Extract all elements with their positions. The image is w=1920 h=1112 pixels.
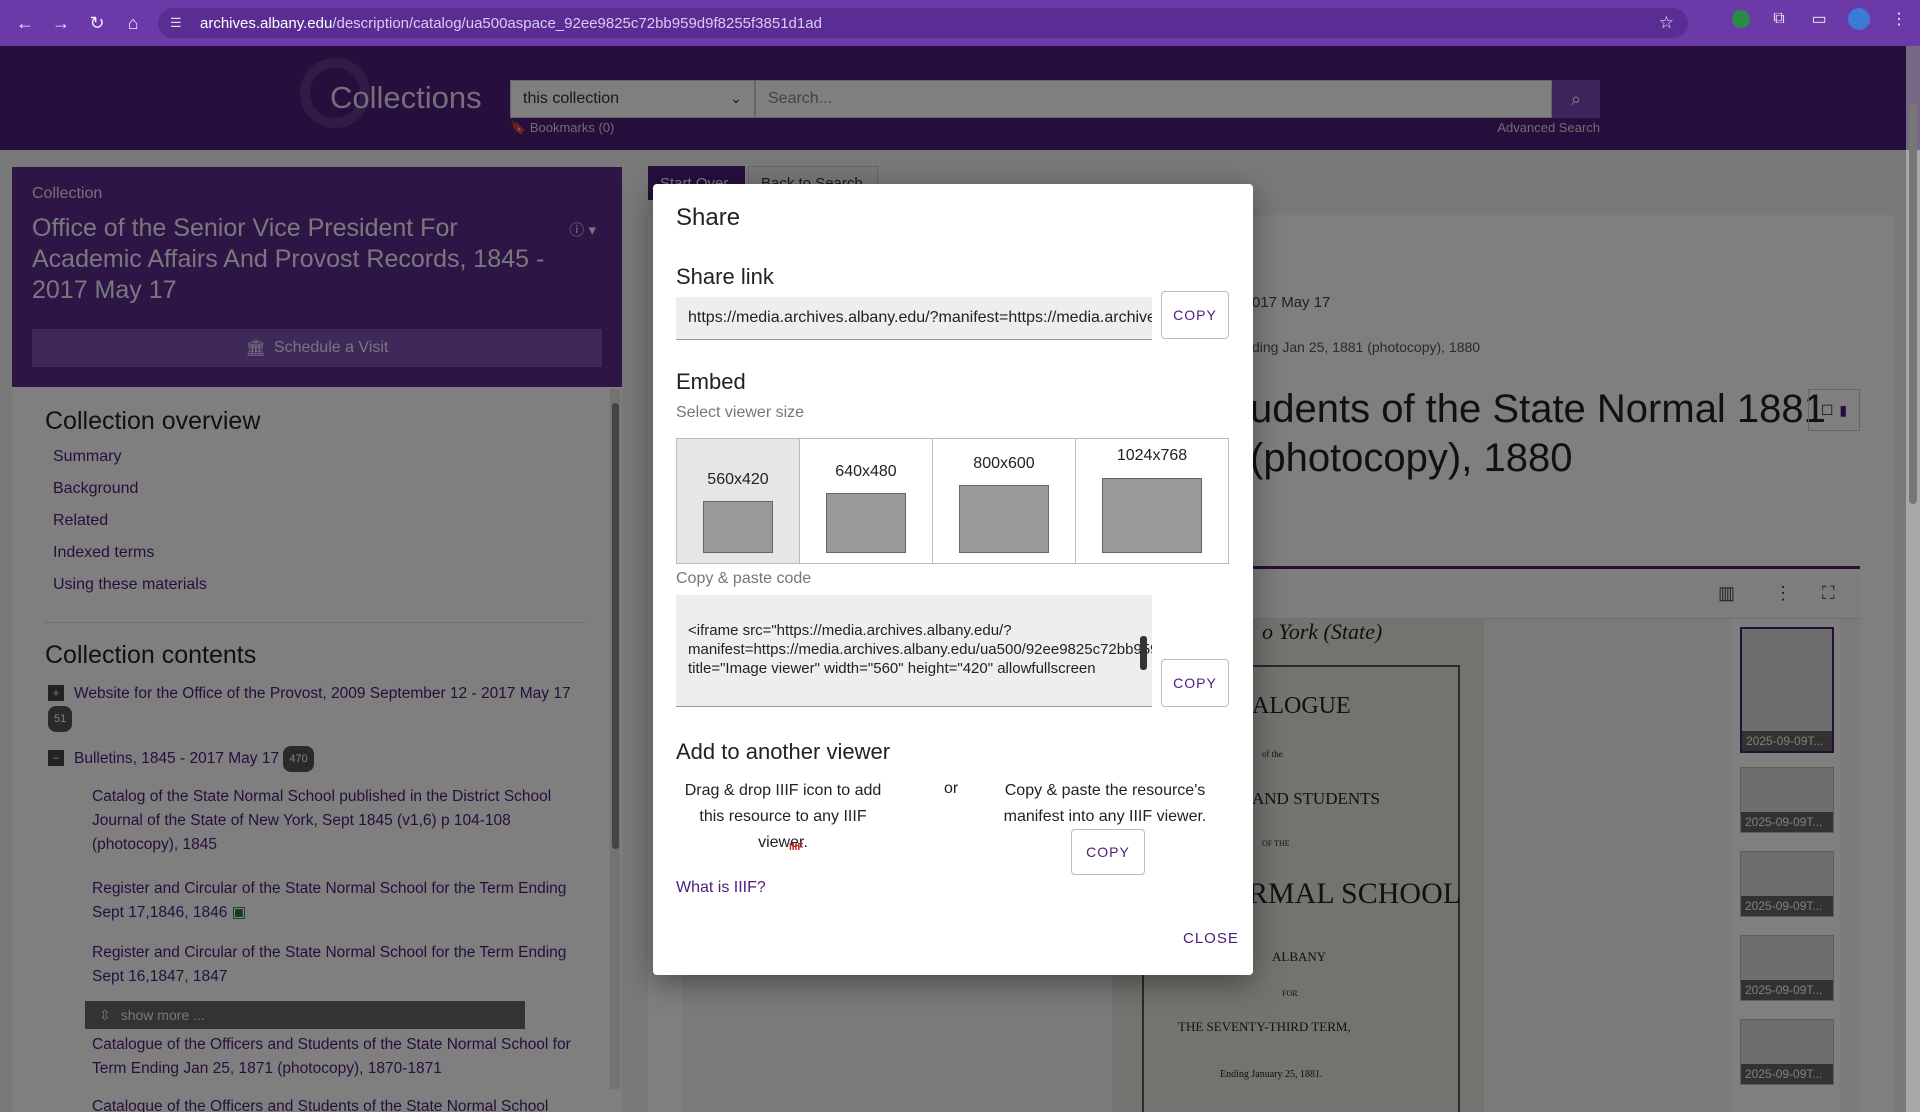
code-scroll-thumb[interactable] xyxy=(1140,636,1147,670)
share-link-heading: Share link xyxy=(676,264,774,289)
profile-avatar[interactable] xyxy=(1848,8,1870,30)
copy-link-button[interactable]: COPY xyxy=(1161,291,1229,339)
dialog-title: Share xyxy=(676,204,741,231)
drag-drop-instructions: Drag & drop IIIF icon to add this resour… xyxy=(684,782,882,851)
bookmark-star-icon[interactable]: ☆ xyxy=(1659,13,1674,33)
home-icon[interactable]: ⌂ xyxy=(118,8,148,38)
extension-icon[interactable] xyxy=(1732,10,1750,28)
copy-embed-button[interactable]: COPY xyxy=(1161,659,1229,707)
paste-manifest-instructions: Copy & paste the resource's manifest int… xyxy=(1003,782,1207,825)
copy-manifest-button[interactable]: COPY xyxy=(1071,829,1145,875)
viewer-size-picker: 560x420 640x480 800x600 1024x768 xyxy=(676,438,1229,564)
size-label: 800x600 xyxy=(973,455,1035,472)
size-label: 1024x768 xyxy=(1116,447,1188,464)
embed-heading: Embed xyxy=(676,369,746,394)
share-dialog: Share Share link https://media.archives.… xyxy=(653,184,1253,975)
share-link-field[interactable]: https://media.archives.albany.edu/?manif… xyxy=(676,297,1152,340)
address-bar[interactable]: ☰ archives.albany.edu/description/catalo… xyxy=(158,8,1688,38)
code-scrollbar[interactable] xyxy=(1138,620,1148,690)
size-preview xyxy=(826,493,906,553)
close-button[interactable]: CLOSE xyxy=(1183,930,1239,947)
extensions-puzzle-icon[interactable]: ⧉ xyxy=(1768,8,1790,30)
size-preview xyxy=(1102,478,1202,553)
size-label: 640x480 xyxy=(835,463,897,480)
what-is-iiif-link[interactable]: What is IIIF? xyxy=(676,879,766,897)
size-option-800x600[interactable]: 800x600 xyxy=(933,439,1076,563)
size-label: 560x420 xyxy=(707,471,769,488)
size-option-560x420[interactable]: 560x420 xyxy=(677,439,800,563)
cast-icon[interactable]: ▭ xyxy=(1808,8,1830,30)
copy-paste-code-label: Copy & paste code xyxy=(676,570,812,587)
forward-icon[interactable]: → xyxy=(46,8,76,38)
browser-menu-icon[interactable]: ⋮ xyxy=(1888,8,1910,30)
url-path: /description/catalog/ua500aspace_92ee982… xyxy=(332,14,822,32)
site-info-icon[interactable]: ☰ xyxy=(170,15,186,31)
size-option-640x480[interactable]: 640x480 xyxy=(800,439,933,563)
iiif-icon[interactable]: IIIF xyxy=(789,842,803,853)
add-viewer-heading: Add to another viewer xyxy=(676,739,891,764)
reload-icon[interactable]: ↻ xyxy=(82,8,112,38)
select-size-label: Select viewer size xyxy=(676,404,805,421)
size-option-1024x768[interactable]: 1024x768 xyxy=(1076,439,1228,563)
url-host: archives.albany.edu xyxy=(200,14,333,32)
browser-extensions: ⧉ ▭ ⋮ xyxy=(1732,8,1910,30)
size-preview xyxy=(703,501,773,553)
embed-code-field[interactable]: <iframe src="https://media.archives.alba… xyxy=(676,595,1152,707)
page-scroll-thumb[interactable] xyxy=(1909,104,1917,504)
or-separator: or xyxy=(944,780,959,797)
size-preview xyxy=(959,485,1049,553)
back-icon[interactable]: ← xyxy=(10,8,40,38)
